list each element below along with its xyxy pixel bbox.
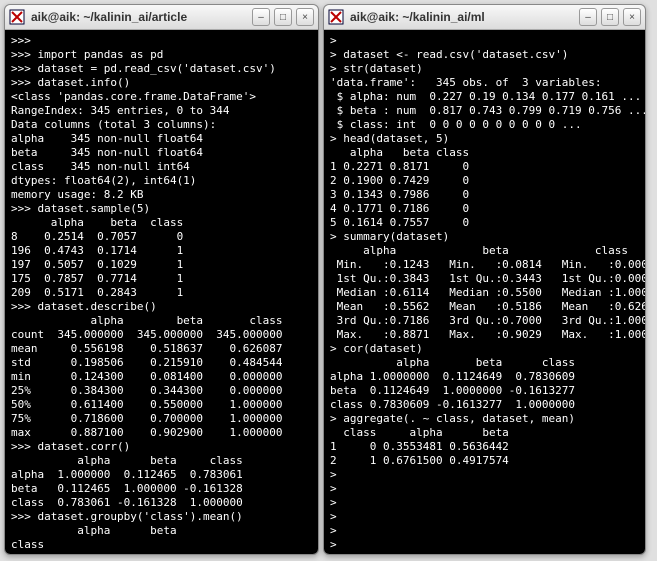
minimize-button[interactable]: – — [579, 8, 597, 26]
close-button[interactable]: × — [296, 8, 314, 26]
terminal-output-left[interactable]: >>> >>> import pandas as pd >>> dataset … — [5, 30, 318, 554]
xterm-icon — [9, 9, 25, 25]
window-title-right: aik@aik: ~/kalinin_ai/ml — [350, 10, 579, 24]
titlebar-left[interactable]: aik@aik: ~/kalinin_ai/article – □ × — [5, 5, 318, 30]
window-buttons-right: – □ × — [579, 8, 641, 26]
close-button[interactable]: × — [623, 8, 641, 26]
titlebar-right[interactable]: aik@aik: ~/kalinin_ai/ml – □ × — [324, 5, 645, 30]
terminal-output-right[interactable]: > > dataset <- read.csv('dataset.csv') >… — [324, 30, 645, 554]
maximize-button[interactable]: □ — [601, 8, 619, 26]
terminal-window-right: aik@aik: ~/kalinin_ai/ml – □ × > > datas… — [323, 4, 646, 555]
terminal-window-left: aik@aik: ~/kalinin_ai/article – □ × >>> … — [4, 4, 319, 555]
xterm-icon — [328, 9, 344, 25]
minimize-button[interactable]: – — [252, 8, 270, 26]
window-buttons-left: – □ × — [252, 8, 314, 26]
maximize-button[interactable]: □ — [274, 8, 292, 26]
window-title-left: aik@aik: ~/kalinin_ai/article — [31, 10, 252, 24]
